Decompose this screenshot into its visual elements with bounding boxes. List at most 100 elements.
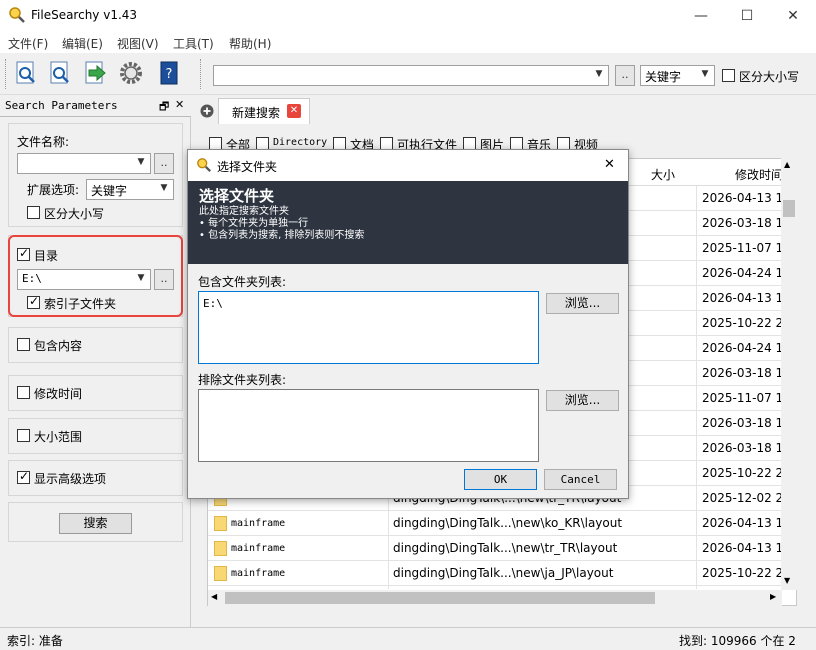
chevron-down-icon[interactable]: ▼: [135, 157, 147, 169]
dialog-desc-1: 此处指定搜索文件夹: [199, 206, 289, 217]
close-window-button[interactable]: ✕: [770, 0, 816, 31]
row-date: 2026-04-13 10: [702, 191, 782, 205]
toolbar-case-checkbox[interactable]: [722, 69, 735, 82]
chevron-down-icon[interactable]: ▼: [135, 273, 147, 285]
dialog-heading: 选择文件夹: [199, 187, 275, 205]
minimize-button[interactable]: —: [678, 0, 724, 31]
directory-combobox[interactable]: E:\ ▼: [17, 269, 151, 290]
include-browse-button[interactable]: 浏览...: [546, 293, 619, 314]
search-parameters-panel: Search Parameters 🗗 ✕ 文件名称: ▼ .. 扩展选项: 关…: [0, 95, 191, 627]
row-date: 2025-11-07 11: [702, 391, 782, 405]
search-more-button[interactable]: ..: [615, 65, 635, 86]
column-header-size[interactable]: 大小: [651, 166, 675, 183]
dialog-magnifier-icon: [197, 158, 212, 173]
dialog-desc-3: • 包含列表为搜索, 排除列表则不搜索: [199, 230, 365, 241]
export-icon[interactable]: [81, 59, 109, 87]
menu-help[interactable]: 帮助(H): [229, 35, 271, 52]
column-header-modified[interactable]: 修改时间: [735, 166, 783, 183]
advanced-checkbox[interactable]: [17, 469, 30, 484]
row-path: dingding\DingTalk...\new\ko_KR\layout: [393, 516, 623, 530]
search-mode-value: 关键字: [645, 70, 682, 84]
horizontal-scrollbar[interactable]: ◀ ▶: [208, 590, 782, 606]
modtime-checkbox[interactable]: [17, 386, 30, 399]
column-divider: [696, 186, 697, 589]
scroll-up-icon[interactable]: ▲: [784, 160, 790, 169]
toolbar: ? ▼ .. 关键字 ▼ 区分大小写: [0, 53, 816, 95]
chevron-down-icon[interactable]: ▼: [158, 183, 170, 195]
ext-select[interactable]: 关键字 ▼: [86, 179, 174, 200]
row-date: 2026-04-13 10: [702, 516, 782, 530]
toolbar-grip-2[interactable]: [200, 59, 203, 89]
scroll-left-icon[interactable]: ◀: [211, 592, 217, 601]
tab-new-search[interactable]: 新建搜索 ✕: [218, 98, 310, 124]
horizontal-scroll-thumb[interactable]: [225, 592, 655, 604]
pin-icon[interactable]: 🗗: [159, 98, 169, 117]
toolbar-grip[interactable]: [5, 59, 8, 89]
row-path: dingding\DingTalk...\new\ja_JP\layout: [393, 566, 614, 580]
row-date: 2025-11-07 11: [702, 241, 782, 255]
folder-icon: [214, 541, 227, 556]
cancel-button[interactable]: Cancel: [544, 469, 617, 490]
directory-more-button[interactable]: ..: [154, 269, 174, 290]
modtime-label: 修改时间: [34, 387, 83, 401]
vertical-scroll-thumb[interactable]: [783, 200, 795, 217]
chevron-down-icon[interactable]: ▼: [593, 69, 605, 81]
exclude-textarea[interactable]: [198, 389, 539, 462]
menu-edit[interactable]: 编辑(E): [62, 35, 103, 52]
directory-checkbox[interactable]: [17, 246, 30, 261]
exclude-browse-button[interactable]: 浏览...: [546, 390, 619, 411]
search-mode-select[interactable]: 关键字 ▼: [640, 65, 715, 86]
size-label: 大小范围: [34, 430, 83, 444]
dialog-close-icon[interactable]: ✕: [604, 157, 615, 172]
chevron-down-icon[interactable]: ▼: [699, 69, 711, 81]
content-checkbox[interactable]: [17, 338, 30, 351]
panel-close-icon[interactable]: ✕: [175, 98, 184, 111]
svg-text:?: ?: [166, 67, 173, 82]
status-bar: 索引: 准备 找到: 109966 个在 2: [0, 627, 816, 650]
dialog-banner: 选择文件夹 此处指定搜索文件夹 • 每个文件夹为单独一行 • 包含列表为搜索, …: [188, 181, 628, 264]
row-date: 2026-04-13 10: [702, 541, 782, 555]
new-search-icon[interactable]: [12, 59, 40, 87]
include-textarea[interactable]: E:\: [198, 291, 539, 364]
dialog-desc-2: • 每个文件夹为单独一行: [199, 218, 309, 229]
menu-view[interactable]: 视图(V): [117, 35, 159, 52]
row-date: 2026-03-18 14: [702, 216, 782, 230]
content-label: 包含内容: [34, 339, 83, 353]
menu-bar: 文件(F) 编辑(E) 视图(V) 工具(T) 帮助(H): [0, 31, 816, 53]
filename-more-button[interactable]: ..: [154, 153, 174, 174]
exclude-label: 排除文件夹列表:: [198, 373, 287, 387]
filename-combobox[interactable]: ▼: [17, 153, 151, 174]
help-book-icon[interactable]: ?: [155, 59, 183, 87]
gear-icon[interactable]: [117, 59, 145, 87]
panel-case-checkbox[interactable]: [27, 206, 40, 219]
title-bar: FileSearchy v1.43 — ☐ ✕: [0, 0, 816, 31]
subdir-checkbox[interactable]: [27, 294, 40, 309]
search-in-results-icon[interactable]: [46, 59, 74, 87]
panel-header: Search Parameters 🗗 ✕: [0, 95, 191, 117]
ok-button[interactable]: OK: [464, 469, 537, 490]
scroll-down-icon[interactable]: ▼: [784, 576, 790, 585]
menu-tools[interactable]: 工具(T): [173, 35, 214, 52]
maximize-button[interactable]: ☐: [724, 0, 770, 31]
row-date: 2026-03-18 14: [702, 416, 782, 430]
filter-directory-label: Directory: [273, 137, 328, 148]
window-title: FileSearchy v1.43: [31, 8, 138, 22]
row-name: mainframe: [231, 543, 286, 554]
scroll-right-icon[interactable]: ▶: [770, 592, 776, 601]
row-date: 2026-04-13 10: [702, 291, 782, 305]
row-date: 2026-03-18 14: [702, 366, 782, 380]
row-date: 2026-04-24 16: [702, 341, 782, 355]
advanced-label: 显示高级选项: [34, 472, 107, 486]
row-date: 2025-12-02 20: [702, 491, 782, 505]
add-tab-icon[interactable]: [200, 104, 214, 118]
vertical-scrollbar[interactable]: ▲ ▼: [781, 158, 797, 590]
dialog-title-bar: 选择文件夹 ✕: [188, 150, 628, 181]
ext-label: 扩展选项:: [27, 183, 80, 197]
search-button[interactable]: 搜索: [59, 513, 132, 534]
include-label: 包含文件夹列表:: [198, 275, 287, 289]
size-checkbox[interactable]: [17, 429, 30, 442]
menu-file[interactable]: 文件(F): [8, 35, 48, 52]
search-combobox[interactable]: ▼: [213, 65, 609, 86]
tab-close-icon[interactable]: ✕: [287, 104, 301, 118]
subdir-label: 索引子文件夹: [44, 297, 117, 311]
